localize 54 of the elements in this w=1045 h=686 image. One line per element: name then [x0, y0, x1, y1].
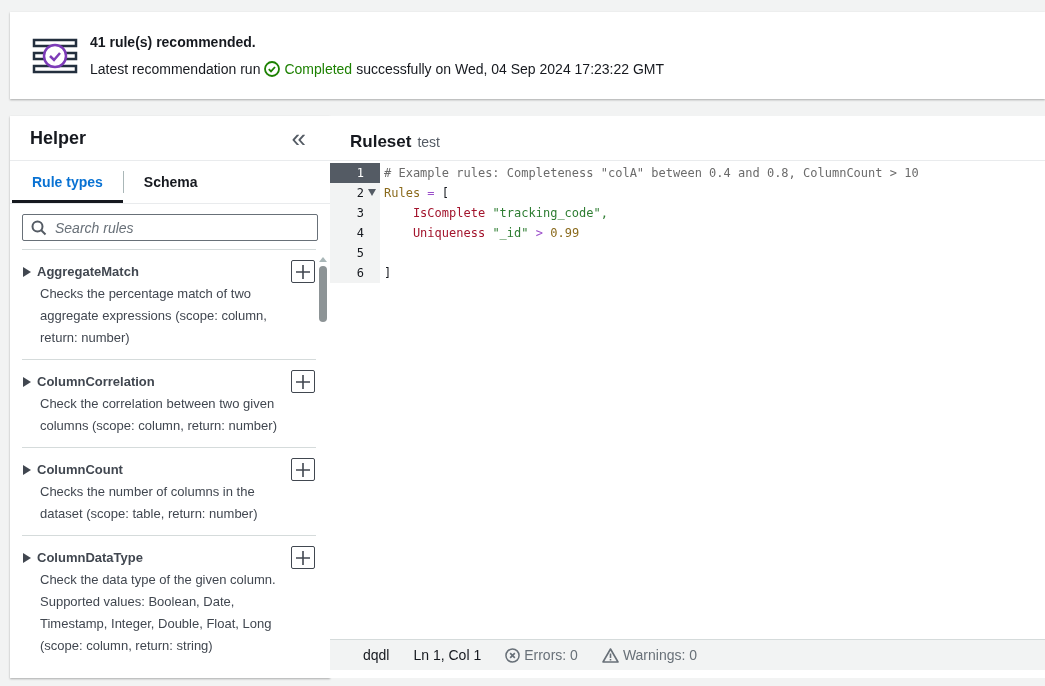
search-field[interactable]: Search rules: [22, 214, 318, 241]
code-line: IsComplete "tracking_code",: [411, 205, 608, 222]
add-rule-button[interactable]: [291, 370, 315, 393]
code-line: ]: [384, 265, 392, 282]
warnings-count: Warnings: 0: [622, 645, 698, 665]
plus-icon: [296, 550, 310, 565]
caret-icon: [22, 376, 31, 387]
rule-description: Checks the number of columns in the dataset (scope: table, return: number): [39, 483, 259, 523]
line-number: 6: [330, 263, 380, 283]
banner-title: 41 rule(s) recommended.: [90, 32, 257, 52]
add-rule-button[interactable]: [291, 458, 315, 481]
rule-toggle[interactable]: ColumnCorrelation: [22, 371, 155, 392]
rule-toggle[interactable]: ColumnCount: [22, 459, 123, 480]
run-date: successfully on Wed, 04 Sep 2024 17:23:22 GMT: [356, 59, 665, 79]
rule-description: Check the data type of the given column. Supported values: Boolean, Date, Timestamp, Integer, Double, Float, Long (scope: column, return: string): [39, 571, 277, 655]
code-editor[interactable]: 1 2 3 4 5 6 # Example rules: Completeness "colA" between 0.4 and 0.8, ColumnCount > 10 Rules = [ IsComplete "tracking_code", Uniqueness "_id" > 0.99 ]: [330, 161, 1045, 639]
line-number: 5: [330, 243, 380, 263]
code-line: Rules = [: [384, 185, 450, 202]
caret-icon: [22, 266, 31, 277]
errors-count: Errors: 0: [524, 645, 578, 665]
ruleset-title: Ruleset: [350, 131, 412, 153]
caret-icon: [22, 552, 31, 563]
scroll-thumb[interactable]: [319, 266, 327, 322]
line-number: 2: [330, 183, 380, 203]
plus-icon: [296, 462, 310, 477]
add-rule-button[interactable]: [291, 546, 315, 569]
tab[interactable]: Rule types: [12, 161, 123, 203]
line-number: 4: [330, 223, 380, 243]
checklist-icon: [32, 37, 78, 74]
code-line: # Example rules: Completeness "colA" between 0.4 and 0.8, ColumnCount > 10: [384, 165, 919, 182]
helper-title: Helper: [30, 126, 87, 150]
rule-description: Checks the percentage match of two aggregate expressions (scope: column, return: number): [39, 285, 268, 347]
code-line: Uniqueness "_id" > 0.99: [411, 225, 580, 242]
cursor-position: Ln 1, Col 1: [413, 645, 482, 665]
add-rule-button[interactable]: [291, 260, 315, 283]
run-label: Latest recommendation run: [90, 59, 261, 79]
collapse-button[interactable]: «: [291, 125, 306, 151]
error-icon: [505, 647, 521, 663]
warning-icon: [601, 647, 619, 663]
rule-toggle[interactable]: ColumnDataType: [22, 547, 143, 568]
search-icon: [31, 220, 47, 236]
plus-icon: [296, 264, 310, 279]
line-number: 3: [330, 203, 380, 223]
rule-description: Check the correlation between two given columns (scope: column, return: number): [39, 395, 278, 435]
language-label: dqdl: [363, 645, 390, 665]
status-text: Completed: [284, 59, 353, 79]
plus-icon: [296, 374, 310, 389]
rule-toggle[interactable]: AggregateMatch: [22, 261, 139, 282]
tab[interactable]: Schema: [123, 161, 218, 203]
fold-caret-icon[interactable]: [368, 189, 376, 196]
check-circle-icon: [264, 61, 281, 77]
caret-icon: [22, 464, 31, 475]
ruleset-name: test: [417, 133, 440, 152]
line-number: 1: [330, 163, 380, 183]
